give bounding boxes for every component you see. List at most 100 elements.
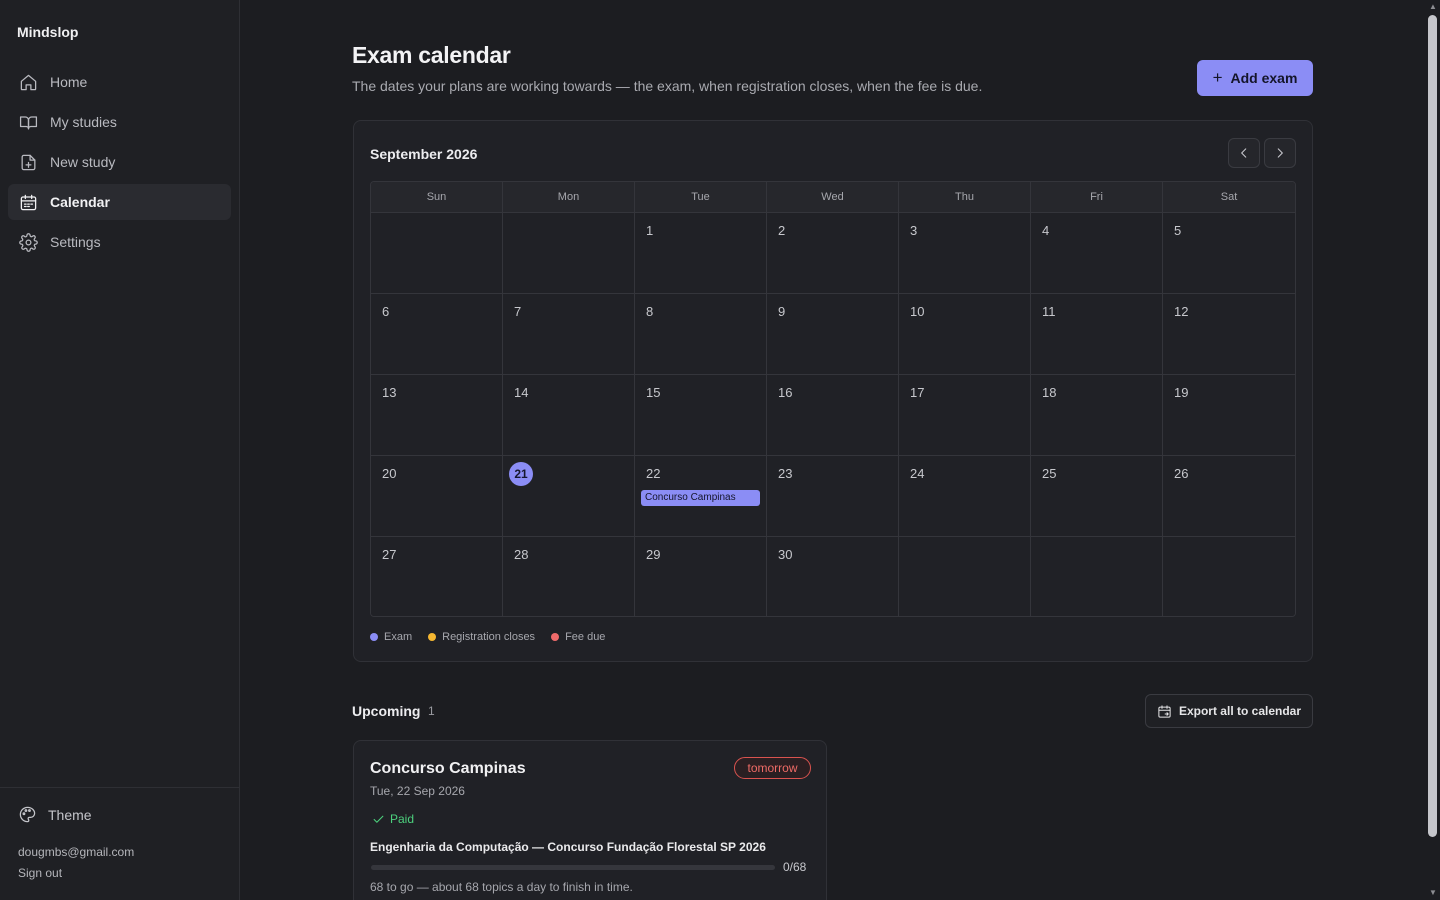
calendar-day-cell[interactable]: 30 [767, 537, 899, 616]
day-number: 3 [910, 223, 918, 238]
page-title: Exam calendar [352, 42, 511, 68]
weekday-label: Mon [503, 182, 635, 212]
plus-icon: + [1212, 68, 1223, 87]
sidebar-item-home[interactable]: Home [8, 64, 231, 100]
calendar-export-icon [1158, 704, 1171, 718]
legend-dot-icon [370, 633, 378, 641]
sidebar-item-calendar[interactable]: Calendar [8, 184, 231, 220]
study-progress-text: 0/68 [783, 860, 807, 874]
calendar-day-cell[interactable]: 7 [503, 294, 635, 374]
calendar-day-cell[interactable]: 16 [767, 375, 899, 455]
sign-out-link[interactable]: Sign out [18, 866, 62, 880]
day-number: 12 [1174, 304, 1189, 319]
day-number: 16 [778, 385, 793, 400]
calendar-day-cell[interactable]: 5 [1163, 213, 1295, 293]
weekday-label: Fri [1031, 182, 1163, 212]
study-title[interactable]: Engenharia da Computação — Concurso Fund… [370, 840, 766, 854]
day-number: 24 [910, 466, 925, 481]
calendar-day-cell[interactable]: 28 [503, 537, 635, 616]
legend-label: Fee due [565, 631, 606, 643]
calendar-day-cell[interactable]: 14 [503, 375, 635, 455]
legend-item: Fee due [551, 631, 605, 643]
day-number: 4 [1042, 223, 1050, 238]
sidebar-item-label: Settings [50, 234, 101, 250]
calendar-day-cell[interactable]: 18 [1031, 375, 1163, 455]
exam-card[interactable]: Concurso Campinas tomorrow Tue, 22 Sep 2… [353, 740, 827, 900]
legend-label: Registration closes [442, 631, 536, 643]
calendar-day-cell[interactable]: 25 [1031, 456, 1163, 536]
calendar-day-cell[interactable]: 20 [371, 456, 503, 536]
day-number: 23 [778, 466, 793, 481]
day-number: 18 [1042, 385, 1057, 400]
legend-label: Exam [384, 631, 413, 643]
day-number: 10 [910, 304, 925, 319]
scrollbar-thumb[interactable] [1428, 15, 1437, 837]
calendar-day-cell[interactable]: 12 [1163, 294, 1295, 374]
exam-name: Concurso Campinas [370, 760, 526, 777]
scroll-up-icon[interactable]: ▲ [1428, 2, 1438, 12]
calendar-day-cell[interactable]: 8 [635, 294, 767, 374]
previous-month-button[interactable] [1228, 138, 1260, 168]
calendar-day-cell[interactable]: 26 [1163, 456, 1295, 536]
book-icon [18, 112, 38, 132]
add-exam-button[interactable]: + Add exam [1197, 60, 1313, 96]
calendar-day-cell[interactable]: 15 [635, 375, 767, 455]
home-icon [18, 72, 38, 92]
payment-status-label: Paid [390, 812, 415, 826]
sidebar-item-label: My studies [50, 114, 117, 130]
calendar-day-cell[interactable]: 27 [371, 537, 503, 616]
due-badge: tomorrow [734, 757, 811, 779]
sidebar-nav: Home My studies New study Calendar Setti… [8, 64, 231, 264]
legend-dot-icon [551, 633, 560, 641]
calendar-day-cell[interactable]: 21 [503, 456, 635, 536]
chevron-right-icon [1277, 148, 1283, 158]
calendar-day-cell[interactable]: 13 [371, 375, 503, 455]
day-number: 6 [382, 304, 390, 319]
weekday-label: Sun [371, 182, 503, 212]
calendar-day-cell[interactable]: 3 [899, 213, 1031, 293]
app-brand[interactable]: Mindslop [17, 24, 78, 40]
weekday-header: Sun Mon Tue Wed Thu Fri Sat [371, 182, 1295, 213]
calendar-week: 1 2 3 4 5 [371, 213, 1295, 294]
calendar-day-cell[interactable]: 19 [1163, 375, 1295, 455]
day-number: 26 [1174, 466, 1189, 481]
file-plus-icon [18, 152, 38, 172]
day-number: 14 [514, 385, 529, 400]
upcoming-count: 1 [428, 704, 435, 718]
calendar-week: 6 7 8 9 10 11 12 [371, 294, 1295, 375]
scroll-down-icon[interactable]: ▼ [1428, 888, 1438, 898]
day-number: 28 [514, 547, 529, 562]
calendar-grid: Sun Mon Tue Wed Thu Fri Sat 1 2 3 4 5 6 7 8 9 10 11 12 13 1… [370, 181, 1296, 617]
calendar-day-cell[interactable]: 23 [767, 456, 899, 536]
calendar-day-cell[interactable]: 24 [899, 456, 1031, 536]
sidebar-item-label: New study [50, 154, 116, 170]
upcoming-title: Upcoming [352, 703, 421, 719]
calendar-day-cell [503, 213, 635, 293]
calendar-day-cell[interactable]: 17 [899, 375, 1031, 455]
calendar-day-cell[interactable]: 4 [1031, 213, 1163, 293]
add-exam-label: Add exam [1230, 70, 1298, 86]
calendar-day-cell[interactable]: 9 [767, 294, 899, 374]
calendar-day-cell[interactable]: 29 [635, 537, 767, 616]
day-number: 29 [646, 547, 661, 562]
export-all-button[interactable]: Export all to calendar [1145, 694, 1313, 728]
calendar-day-cell[interactable]: 2 [767, 213, 899, 293]
today-marker: 21 [509, 462, 533, 486]
page-scrollbar[interactable]: ▲ ▼ [1425, 0, 1440, 900]
calendar-day-cell[interactable]: 1 [635, 213, 767, 293]
sidebar-item-new-study[interactable]: New study [8, 144, 231, 180]
calendar-day-cell[interactable]: 6 [371, 294, 503, 374]
day-number: 17 [910, 385, 925, 400]
calendar-event[interactable]: Concurso Campinas [641, 490, 760, 506]
calendar-day-cell[interactable]: 10 [899, 294, 1031, 374]
sidebar-item-settings[interactable]: Settings [8, 224, 231, 260]
sidebar-item-my-studies[interactable]: My studies [8, 104, 231, 140]
calendar-month-label: September 2026 [370, 146, 478, 162]
calendar-day-cell[interactable]: 22 Concurso Campinas [635, 456, 767, 536]
weekday-label: Tue [635, 182, 767, 212]
theme-button[interactable]: Theme [18, 805, 92, 824]
study-pace-note: 68 to go — about 68 topics a day to fini… [370, 880, 633, 894]
legend-item: Exam [370, 631, 412, 643]
next-month-button[interactable] [1264, 138, 1296, 168]
calendar-day-cell[interactable]: 11 [1031, 294, 1163, 374]
